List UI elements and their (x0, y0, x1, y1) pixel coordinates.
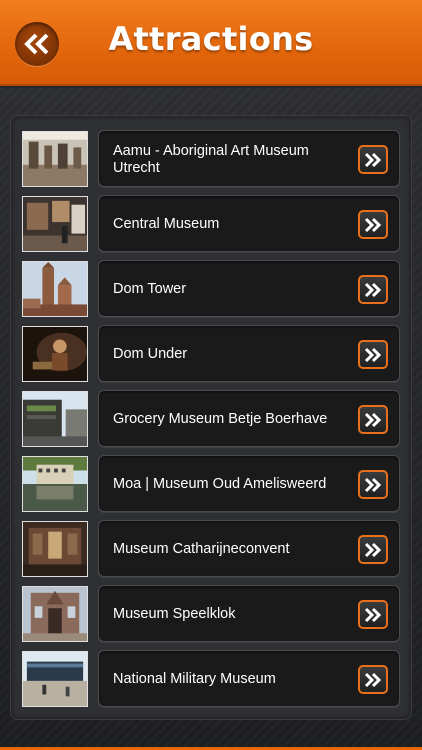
attraction-card[interactable]: Central Museum (98, 195, 400, 252)
open-attraction-button[interactable] (358, 275, 388, 304)
open-attraction-button[interactable] (358, 470, 388, 499)
open-attraction-button[interactable] (358, 600, 388, 629)
attraction-thumbnail[interactable] (22, 261, 88, 317)
attraction-card[interactable]: Grocery Museum Betje Boerhave (98, 390, 400, 447)
attraction-label: Aamu - Aboriginal Art Museum Utrecht (113, 142, 309, 176)
double-chevron-right-icon (364, 672, 382, 687)
list-item[interactable]: Dom Tower (22, 260, 400, 317)
attraction-card[interactable]: Museum Catharijneconvent (98, 520, 400, 577)
attraction-thumbnail[interactable] (22, 456, 88, 512)
attraction-card[interactable]: Dom Tower (98, 260, 400, 317)
attraction-thumbnail[interactable] (22, 196, 88, 252)
attraction-thumbnail[interactable] (22, 521, 88, 577)
attraction-thumbnail[interactable] (22, 586, 88, 642)
attraction-label: Museum Speelklok (113, 606, 236, 622)
attraction-card[interactable]: Aamu - Aboriginal Art Museum Utrecht (98, 130, 400, 187)
attraction-card[interactable]: National Military Museum (98, 650, 400, 707)
attraction-label: Central Museum (113, 216, 220, 232)
list-item[interactable]: Central Museum (22, 195, 400, 252)
attraction-thumbnail[interactable] (22, 131, 88, 187)
attraction-label: Grocery Museum Betje Boerhave (113, 411, 328, 427)
attraction-label: Dom Under (113, 346, 188, 362)
list-item[interactable]: Dom Under (22, 325, 400, 382)
list-item[interactable]: Museum Catharijneconvent (22, 520, 400, 577)
list-item[interactable]: Aamu - Aboriginal Art Museum Utrecht (22, 130, 400, 187)
open-attraction-button[interactable] (358, 145, 388, 174)
double-chevron-right-icon (364, 412, 382, 427)
double-chevron-right-icon (364, 477, 382, 492)
attraction-label: Museum Catharijneconvent (113, 541, 290, 557)
double-chevron-right-icon (364, 282, 382, 297)
list-item[interactable]: National Military Museum (22, 650, 400, 707)
open-attraction-button[interactable] (358, 340, 388, 369)
list-item[interactable]: Museum Speelklok (22, 585, 400, 642)
double-chevron-right-icon (364, 217, 382, 232)
open-attraction-button[interactable] (358, 535, 388, 564)
attraction-thumbnail[interactable] (22, 326, 88, 382)
attraction-card[interactable]: Museum Speelklok (98, 585, 400, 642)
open-attraction-button[interactable] (358, 405, 388, 434)
attraction-thumbnail[interactable] (22, 391, 88, 447)
page-title: Attractions (108, 20, 314, 58)
double-chevron-right-icon (364, 542, 382, 557)
open-attraction-button[interactable] (358, 210, 388, 239)
header-bar: Attractions (0, 0, 422, 86)
attraction-card[interactable]: Dom Under (98, 325, 400, 382)
double-chevron-right-icon (364, 607, 382, 622)
attraction-thumbnail[interactable] (22, 651, 88, 707)
attraction-label: Dom Tower (113, 281, 187, 297)
attraction-label: Moa | Museum Oud Amelisweerd (113, 476, 327, 492)
attraction-card[interactable]: Moa | Museum Oud Amelisweerd (98, 455, 400, 512)
open-attraction-button[interactable] (358, 665, 388, 694)
list-item[interactable]: Grocery Museum Betje Boerhave (22, 390, 400, 447)
double-chevron-right-icon (364, 347, 382, 362)
list-item[interactable]: Moa | Museum Oud Amelisweerd (22, 455, 400, 512)
double-chevron-right-icon (364, 152, 382, 167)
attraction-label: National Military Museum (113, 671, 276, 687)
